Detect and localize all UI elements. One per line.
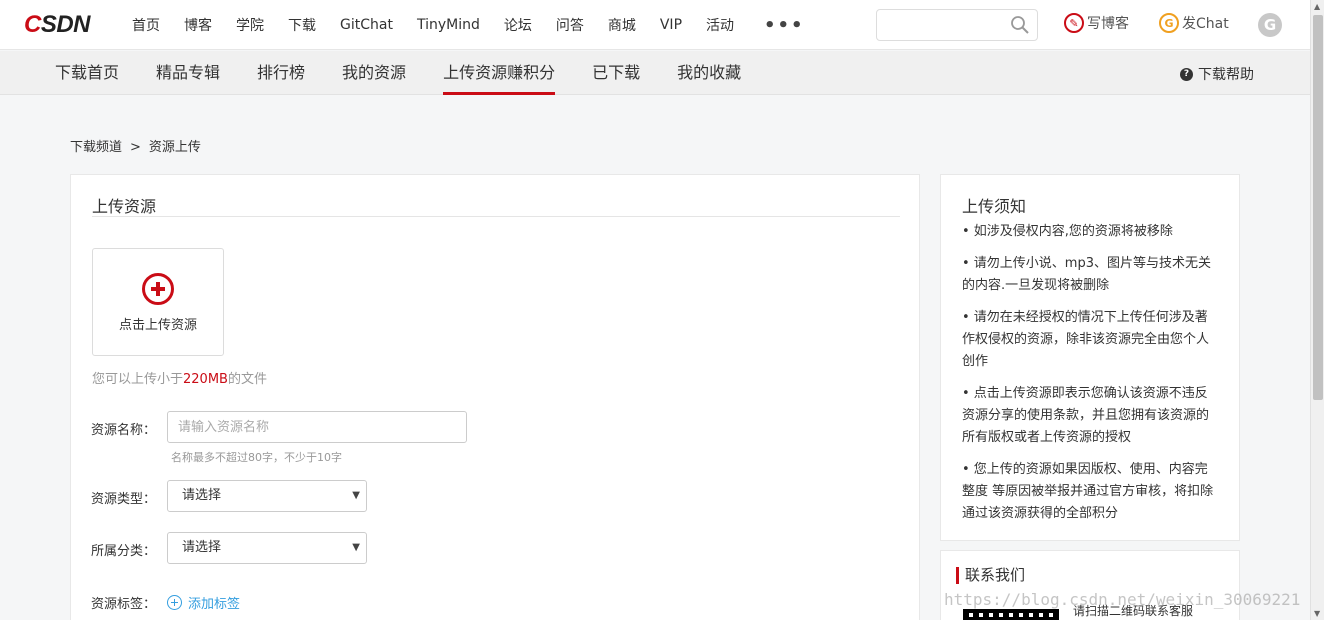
nav-vip[interactable]: VIP bbox=[660, 17, 682, 33]
resource-tags-label: 资源标签： bbox=[91, 597, 157, 612]
url-watermark: https://blog.csdn.net/weixin_30069221 bbox=[944, 590, 1301, 609]
post-chat-button[interactable]: G 发Chat bbox=[1159, 13, 1229, 33]
nav-events[interactable]: 活动 bbox=[706, 15, 734, 35]
notice-item: • 您上传的资源如果因版权、使用、内容完整度 等原因被举报并通过官方审核，将扣除… bbox=[962, 462, 1214, 521]
upload-file-button[interactable]: 点击上传资源 bbox=[92, 248, 224, 356]
breadcrumb-root[interactable]: 下载频道 bbox=[70, 140, 122, 155]
notice-item: • 点击上传资源即表示您确认该资源不违反资源分享的使用条款，并且您拥有该资源的所… bbox=[962, 386, 1210, 445]
tab-upload-earn-points[interactable]: 上传资源赚积分 bbox=[443, 51, 556, 95]
main-nav: 首页 博客 学院 下载 GitChat TinyMind 论坛 问答 商城 VI… bbox=[132, 0, 805, 50]
nav-home[interactable]: 首页 bbox=[132, 15, 160, 35]
upload-file-label: 点击上传资源 bbox=[118, 318, 197, 333]
add-circle-icon bbox=[142, 273, 174, 305]
nav-academy[interactable]: 学院 bbox=[236, 15, 264, 35]
resource-name-input[interactable] bbox=[167, 411, 467, 443]
tab-downloaded[interactable]: 已下载 bbox=[592, 51, 640, 95]
category-label: 所属分类： bbox=[91, 544, 157, 559]
search-icon[interactable] bbox=[1010, 15, 1030, 35]
add-tag-button[interactable]: 添加标签 bbox=[167, 593, 240, 612]
resource-type-select[interactable]: 请选择 ▼ bbox=[167, 480, 367, 512]
notice-item: • 请勿上传小说、mp3、图片等与技术无关的内容.一旦发现将被删除 bbox=[962, 256, 1211, 293]
nav-blog[interactable]: 博客 bbox=[184, 15, 212, 35]
nav-mall[interactable]: 商城 bbox=[608, 15, 636, 35]
tab-rankings[interactable]: 排行榜 bbox=[257, 51, 305, 95]
resource-name-hint: 名称最多不超过80字，不少于10字 bbox=[171, 451, 342, 464]
chat-icon: G bbox=[1159, 13, 1179, 33]
notice-list: • 如涉及侵权内容,您的资源将被移除 • 请勿上传小说、mp3、图片等与技术无关… bbox=[962, 221, 1220, 535]
download-subnav: 下载首页 精品专辑 排行榜 我的资源 上传资源赚积分 已下载 我的收藏 ? 下载… bbox=[0, 51, 1310, 95]
add-tag-icon bbox=[167, 595, 182, 610]
upload-notice-panel: 上传须知 • 如涉及侵权内容,您的资源将被移除 • 请勿上传小说、mp3、图片等… bbox=[940, 174, 1240, 541]
divider bbox=[92, 216, 900, 217]
avatar[interactable]: G bbox=[1258, 13, 1282, 37]
write-blog-icon: ✎ bbox=[1064, 13, 1084, 33]
nav-tinymind[interactable]: TinyMind bbox=[417, 17, 480, 33]
tab-featured-albums[interactable]: 精品专辑 bbox=[156, 51, 220, 95]
tab-my-favorites[interactable]: 我的收藏 bbox=[677, 51, 741, 95]
more-icon[interactable]: ••• bbox=[764, 15, 805, 36]
file-size-hint: 您可以上传小于220MB的文件 bbox=[92, 372, 267, 387]
help-icon: ? bbox=[1180, 67, 1193, 81]
notice-item: • 请勿在未经授权的情况下上传任何涉及著作权侵权的资源，除非该资源完全由您个人创… bbox=[962, 310, 1210, 369]
contact-title: 联系我们 bbox=[956, 567, 1025, 584]
panel-title: 上传资源 bbox=[92, 197, 157, 216]
breadcrumb: 下载频道 > 资源上传 bbox=[70, 136, 201, 155]
dropdown-arrow-icon: ▼ bbox=[352, 542, 360, 553]
dropdown-arrow-icon: ▼ bbox=[352, 490, 360, 501]
nav-download[interactable]: 下载 bbox=[288, 15, 316, 35]
upload-panel: 上传资源 点击上传资源 您可以上传小于220MB的文件 资源名称： 名称最多不超… bbox=[70, 174, 920, 620]
qr-code-image bbox=[963, 609, 1059, 620]
resource-name-label: 资源名称： bbox=[91, 423, 157, 438]
tab-my-resources[interactable]: 我的资源 bbox=[342, 51, 406, 95]
nav-gitchat[interactable]: GitChat bbox=[340, 17, 393, 33]
notice-item: • 如涉及侵权内容,您的资源将被移除 bbox=[962, 224, 1173, 239]
nav-forum[interactable]: 论坛 bbox=[504, 15, 532, 35]
scrollbar-thumb[interactable] bbox=[1313, 15, 1323, 400]
search-input[interactable] bbox=[876, 9, 1038, 41]
resource-type-label: 资源类型： bbox=[91, 492, 157, 507]
csdn-logo[interactable]: CSDN bbox=[24, 12, 91, 38]
write-blog-button[interactable]: ✎ 写博客 bbox=[1064, 13, 1129, 33]
page-scrollbar[interactable]: ▲ ▼ bbox=[1310, 0, 1324, 620]
tab-download-home[interactable]: 下载首页 bbox=[55, 51, 119, 95]
breadcrumb-separator: > bbox=[130, 140, 141, 155]
scroll-down-icon[interactable]: ▼ bbox=[1314, 609, 1320, 618]
nav-qa[interactable]: 问答 bbox=[556, 15, 584, 35]
category-select[interactable]: 请选择 ▼ bbox=[167, 532, 367, 564]
notice-title: 上传须知 bbox=[962, 197, 1027, 216]
top-navbar: CSDN 首页 博客 学院 下载 GitChat TinyMind 论坛 问答 … bbox=[0, 0, 1310, 50]
breadcrumb-current: 资源上传 bbox=[148, 140, 201, 155]
scroll-up-icon[interactable]: ▲ bbox=[1314, 2, 1320, 11]
download-help-link[interactable]: ? 下载帮助 bbox=[1180, 64, 1254, 84]
contact-panel: 联系我们 请扫描二维码联系客服 bbox=[940, 550, 1240, 620]
